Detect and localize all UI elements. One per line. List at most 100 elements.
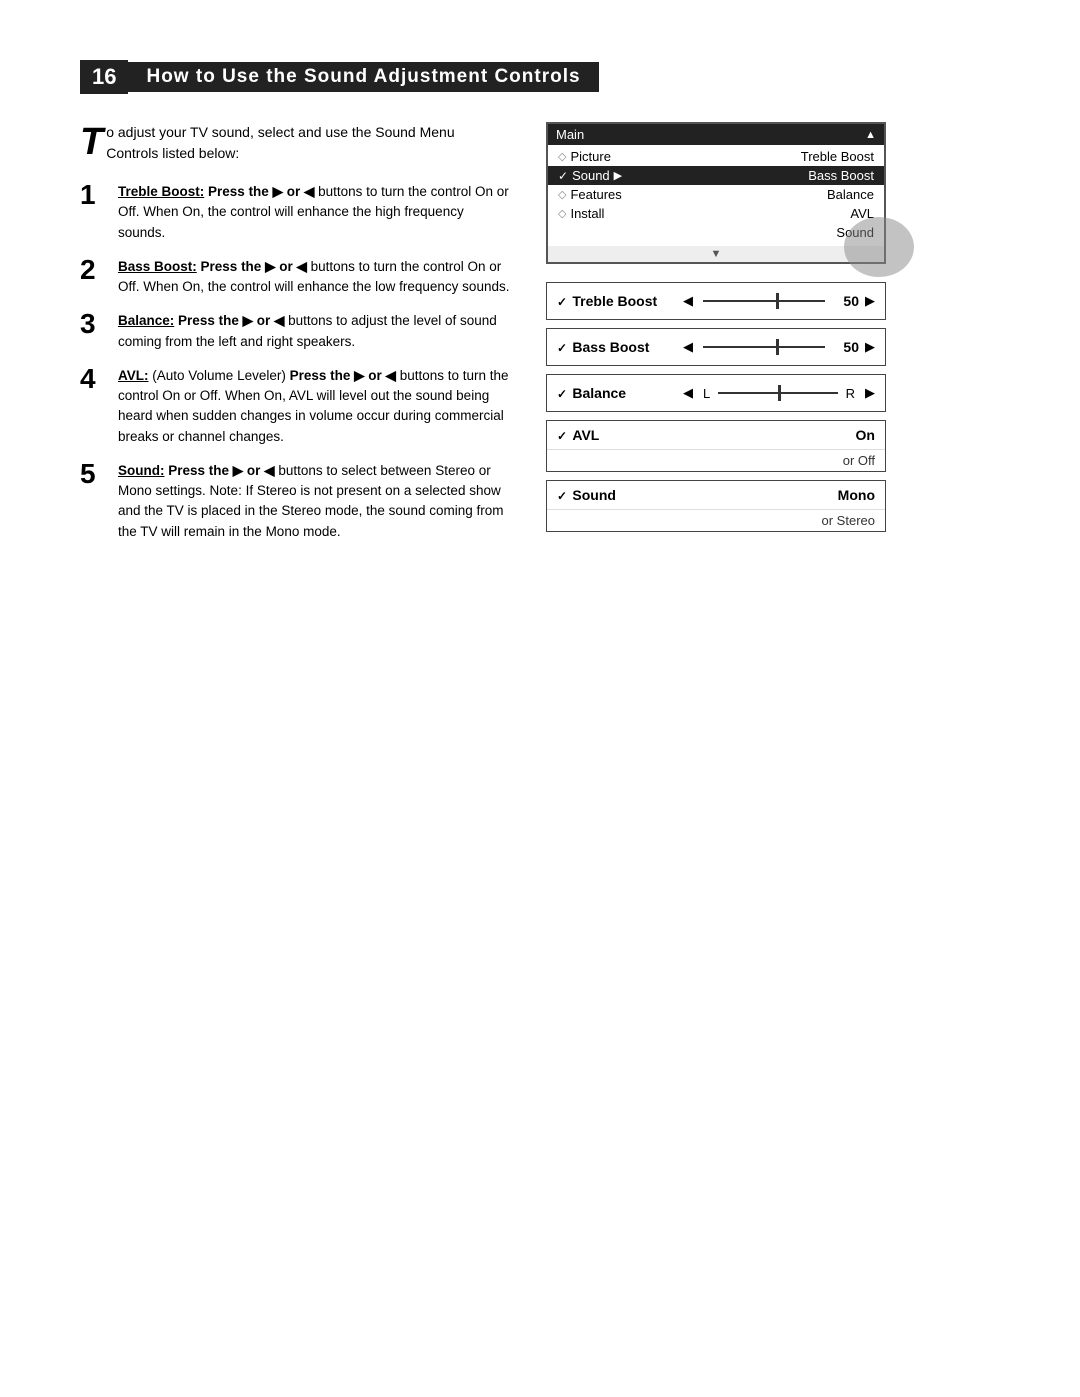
step-5-content: Sound: Press the ▶ or ◀ buttons to selec…	[118, 461, 510, 542]
bass-value: 50	[829, 339, 859, 355]
step-2: 2 Bass Boost: Press the ▶ or ◀ buttons t…	[80, 257, 510, 298]
step-1-number: 1	[80, 180, 110, 211]
diamond-icon-2: ◇	[558, 188, 566, 201]
balance-slider-line	[718, 392, 837, 394]
menu-bottom-bar: ▼	[548, 246, 884, 262]
intro-paragraph: T o adjust your TV sound, select and use…	[80, 122, 510, 164]
sound-row-bottom: or Stereo	[547, 510, 885, 531]
menu-features-item: ◇ Features	[558, 187, 622, 202]
avl-value: On	[677, 427, 875, 443]
sound-row-top: ✓ Sound Mono	[547, 481, 885, 510]
step-5-action: Press the ▶ or ◀	[168, 463, 274, 478]
treble-left-arrow[interactable]: ◀	[683, 293, 693, 309]
avl-label: ✓ AVL	[557, 427, 677, 443]
menu-balance-label: Balance	[827, 187, 874, 202]
balance-row: ✓ Balance ◀ L R ▶	[546, 374, 886, 412]
page-title-text: How to Use the Sound Adjustment Controls	[146, 66, 580, 87]
menu-install-label: Install	[570, 206, 604, 221]
step-2-label: Bass Boost:	[118, 259, 197, 274]
check-icon: ✓	[558, 169, 568, 183]
step-4-content: AVL: (Auto Volume Leveler) Press the ▶ o…	[118, 366, 510, 447]
menu-row-picture: ◇ Picture Treble Boost	[548, 147, 884, 166]
menu-row-sound: ✓ Sound ▶ Bass Boost	[548, 166, 884, 185]
avl-row-bottom: or Off	[547, 450, 885, 471]
control-rows: ✓ Treble Boost ◀ 50 ▶ ✓ Bass Boost	[546, 282, 886, 532]
bass-boost-row: ✓ Bass Boost ◀ 50 ▶	[546, 328, 886, 366]
balance-label: ✓ Balance	[557, 385, 677, 401]
step-4-label: AVL:	[118, 368, 149, 383]
content-area: T o adjust your TV sound, select and use…	[80, 122, 1000, 556]
page-number: 16	[80, 60, 128, 94]
sound-value: Mono	[677, 487, 875, 503]
page-header: 16 How to Use the Sound Adjustment Contr…	[80, 60, 1000, 94]
left-column: T o adjust your TV sound, select and use…	[80, 122, 510, 556]
menu-row-install: ◇ Install AVL	[548, 204, 884, 223]
treble-boost-label: ✓ Treble Boost	[557, 293, 677, 309]
menu-sound-right-label: Sound	[836, 225, 874, 240]
avl-row-top: ✓ AVL On	[547, 421, 885, 450]
sound-or-value: or Stereo	[822, 513, 875, 528]
menu-treble-boost-label: Treble Boost	[801, 149, 874, 164]
drop-cap: T	[80, 126, 103, 158]
treble-check-icon: ✓	[557, 295, 570, 309]
step-1-content: Treble Boost: Press the ▶ or ◀ buttons t…	[118, 182, 510, 243]
diamond-icon: ◇	[558, 150, 566, 163]
treble-value: 50	[829, 293, 859, 309]
step-2-content: Bass Boost: Press the ▶ or ◀ buttons to …	[118, 257, 510, 298]
avl-or-value: or Off	[843, 453, 875, 468]
menu-picture-label: Picture	[570, 149, 610, 164]
bass-boost-label: ✓ Bass Boost	[557, 339, 677, 355]
sound-label: ✓ Sound	[557, 487, 677, 503]
treble-slider-tick	[776, 293, 779, 309]
balance-slider-tick	[778, 385, 781, 401]
menu-install-item: ◇ Install	[558, 206, 604, 221]
bass-left-arrow[interactable]: ◀	[683, 339, 693, 355]
menu-row-sound-right: Sound	[548, 223, 884, 242]
menu-main-label: Main	[556, 127, 584, 142]
treble-slider-line	[703, 300, 825, 302]
page-title: How to Use the Sound Adjustment Controls	[128, 62, 598, 92]
step-5: 5 Sound: Press the ▶ or ◀ buttons to sel…	[80, 461, 510, 542]
step-1-label: Treble Boost:	[118, 184, 204, 199]
menu-features-label: Features	[570, 187, 621, 202]
bass-slider	[703, 339, 825, 355]
bass-check-icon: ✓	[557, 341, 570, 355]
step-3-label: Balance:	[118, 313, 174, 328]
menu-row-features: ◇ Features Balance	[548, 185, 884, 204]
menu-bass-boost-label: Bass Boost	[808, 168, 874, 183]
balance-left-arrow[interactable]: ◀	[683, 385, 693, 401]
step-5-number: 5	[80, 459, 110, 490]
step-1-action: Press the ▶ or ◀	[208, 184, 314, 199]
step-5-label: Sound:	[118, 463, 165, 478]
avl-row: ✓ AVL On or Off	[546, 420, 886, 472]
balance-r-label: R	[846, 386, 855, 401]
step-3-text: buttons to adjust the level of sound com…	[118, 313, 497, 348]
menu-diagram: Main ▲ ◇ Picture Treble Boost ✓	[546, 122, 886, 264]
menu-top-bar: Main ▲	[548, 124, 884, 145]
menu-right-arrow-icon: ▶	[614, 169, 622, 182]
right-column: Main ▲ ◇ Picture Treble Boost ✓	[546, 122, 996, 556]
sound-mono-row: ✓ Sound Mono or Stereo	[546, 480, 886, 532]
treble-right-arrow[interactable]: ▶	[865, 293, 875, 309]
step-3: 3 Balance: Press the ▶ or ◀ buttons to a…	[80, 311, 510, 352]
step-4-avl-full: (Auto Volume Leveler)	[152, 368, 286, 383]
menu-sound-label: Sound	[572, 168, 610, 183]
step-1: 1 Treble Boost: Press the ▶ or ◀ buttons…	[80, 182, 510, 243]
step-3-number: 3	[80, 309, 110, 340]
menu-sound-item: ✓ Sound ▶	[558, 168, 622, 183]
balance-l-label: L	[703, 386, 710, 401]
bass-right-arrow[interactable]: ▶	[865, 339, 875, 355]
sound-check-icon: ✓	[557, 489, 570, 503]
step-2-action: Press the ▶ or ◀	[201, 259, 307, 274]
treble-boost-row: ✓ Treble Boost ◀ 50 ▶	[546, 282, 886, 320]
balance-slider	[718, 385, 837, 401]
menu-avl-label: AVL	[850, 206, 874, 221]
step-4: 4 AVL: (Auto Volume Leveler) Press the ▶…	[80, 366, 510, 447]
menu-up-arrow-icon: ▲	[865, 129, 876, 141]
step-2-number: 2	[80, 255, 110, 286]
bass-slider-line	[703, 346, 825, 348]
balance-check-icon: ✓	[557, 387, 570, 401]
balance-right-arrow[interactable]: ▶	[865, 385, 875, 401]
step-4-action: Press	[290, 368, 327, 383]
bass-slider-tick	[776, 339, 779, 355]
